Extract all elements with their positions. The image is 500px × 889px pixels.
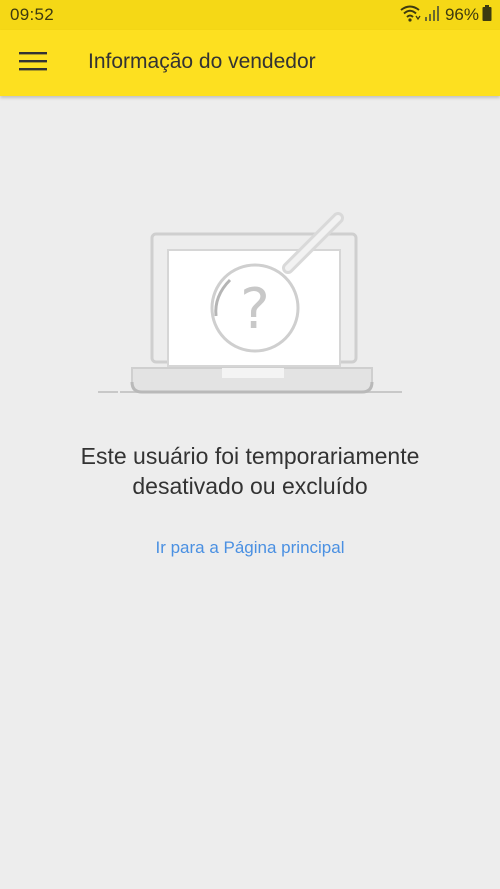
status-icons: 96% — [399, 4, 492, 26]
status-bar: 09:52 96% — [0, 0, 500, 30]
battery-percentage: 96% — [444, 5, 479, 24]
hamburger-menu-icon — [19, 51, 47, 76]
svg-text:?: ? — [240, 277, 270, 342]
deactivated-user-message: Este usuário foi temporariamente desativ… — [80, 443, 420, 499]
app-bar: Informação do vendedor — [0, 30, 500, 96]
signal-icon — [424, 4, 440, 27]
battery-icon — [482, 4, 492, 27]
status-time: 09:52 — [10, 5, 55, 24]
laptop-question-magnifier-icon: ? — [90, 200, 410, 400]
page-title: Informação do vendedor — [88, 50, 316, 73]
wifi-icon — [399, 4, 421, 27]
menu-button[interactable] — [10, 41, 56, 85]
go-to-home-link[interactable]: Ir para a Página principal — [50, 538, 450, 558]
